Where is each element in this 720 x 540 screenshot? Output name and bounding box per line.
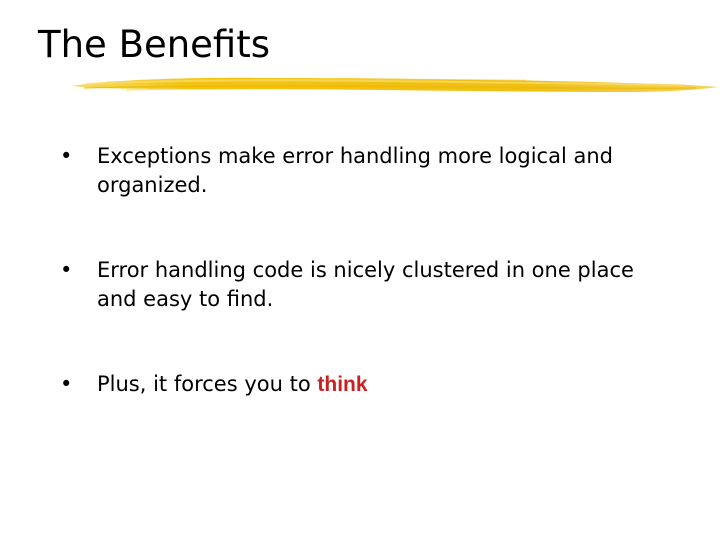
bullet-text-with-emphasis: Plus, it forces you to think xyxy=(97,370,680,399)
bullet-text: Exceptions make error handling more logi… xyxy=(97,144,613,197)
emphasis-word: think xyxy=(317,373,368,396)
bullet-list: • Exceptions make error handling more lo… xyxy=(0,0,720,540)
bullet-dot: • xyxy=(60,258,73,282)
slide: The Benefits • Exceptions make error han… xyxy=(0,0,720,540)
bullet-dot: • xyxy=(60,372,73,396)
bullet-text-prefix: Plus, it forces you to xyxy=(97,372,311,396)
bullet-text: Error handling code is nicely clustered … xyxy=(97,258,634,311)
bullet-dot: • xyxy=(60,144,73,168)
